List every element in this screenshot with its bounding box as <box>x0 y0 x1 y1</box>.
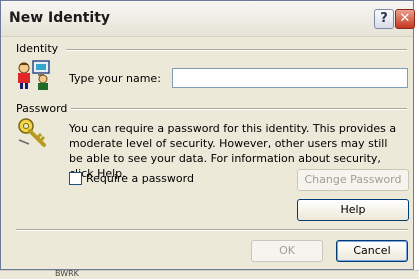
identity-section-label: Identity <box>16 42 59 55</box>
help-icon[interactable]: ? <box>374 9 394 29</box>
ok-button[interactable]: OK <box>251 240 323 262</box>
name-label: Type your name: <box>69 72 161 85</box>
name-input[interactable] <box>172 68 408 88</box>
key-icon <box>18 118 46 147</box>
footer-divider <box>16 229 408 231</box>
identity-divider <box>66 49 407 51</box>
cancel-button[interactable]: Cancel <box>336 240 408 262</box>
title-bar[interactable]: New Identity ? ✕ <box>1 1 415 37</box>
help-button[interactable]: Help <box>297 199 409 221</box>
require-password-label[interactable]: Require a password <box>86 171 194 186</box>
password-divider <box>71 108 407 110</box>
background-partial-text: BWRK <box>55 269 79 278</box>
dialog-title: New Identity <box>9 10 111 26</box>
password-section-label: Password <box>16 102 68 115</box>
change-password-button[interactable]: Change Password <box>297 169 409 191</box>
close-icon[interactable]: ✕ <box>395 9 415 29</box>
new-identity-dialog: New Identity ? ✕ Identity Type your name… <box>0 0 415 270</box>
users-icon <box>18 60 50 90</box>
require-password-checkbox[interactable] <box>69 172 82 185</box>
